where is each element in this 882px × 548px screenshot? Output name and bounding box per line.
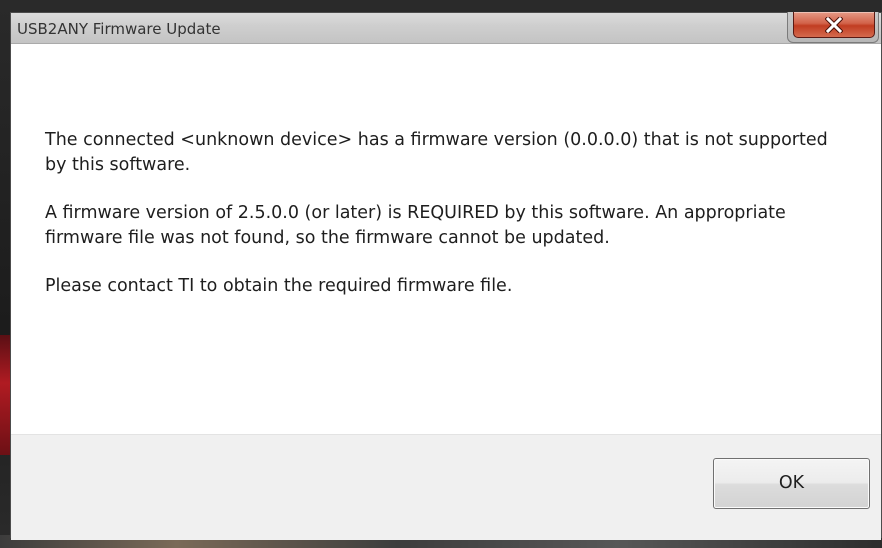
close-icon [825,16,843,33]
message-paragraph-contact: Please contact TI to obtain the required… [45,276,513,296]
message-paragraph-unsupported: The connected <unknown device> has a fir… [45,130,828,175]
window-title: USB2ANY Firmware Update [17,20,221,38]
message-paragraph-required: A firmware version of 2.5.0.0 (or later)… [45,203,786,248]
title-bar[interactable]: USB2ANY Firmware Update [11,12,881,44]
close-button[interactable] [793,12,875,38]
dialog-content: The connected <unknown device> has a fir… [11,44,881,434]
firmware-update-dialog: USB2ANY Firmware Update The connected <u… [10,12,882,540]
dialog-footer: OK [11,434,881,540]
message-text: The connected <unknown device> has a fir… [45,128,835,322]
ok-button[interactable]: OK [713,458,870,509]
